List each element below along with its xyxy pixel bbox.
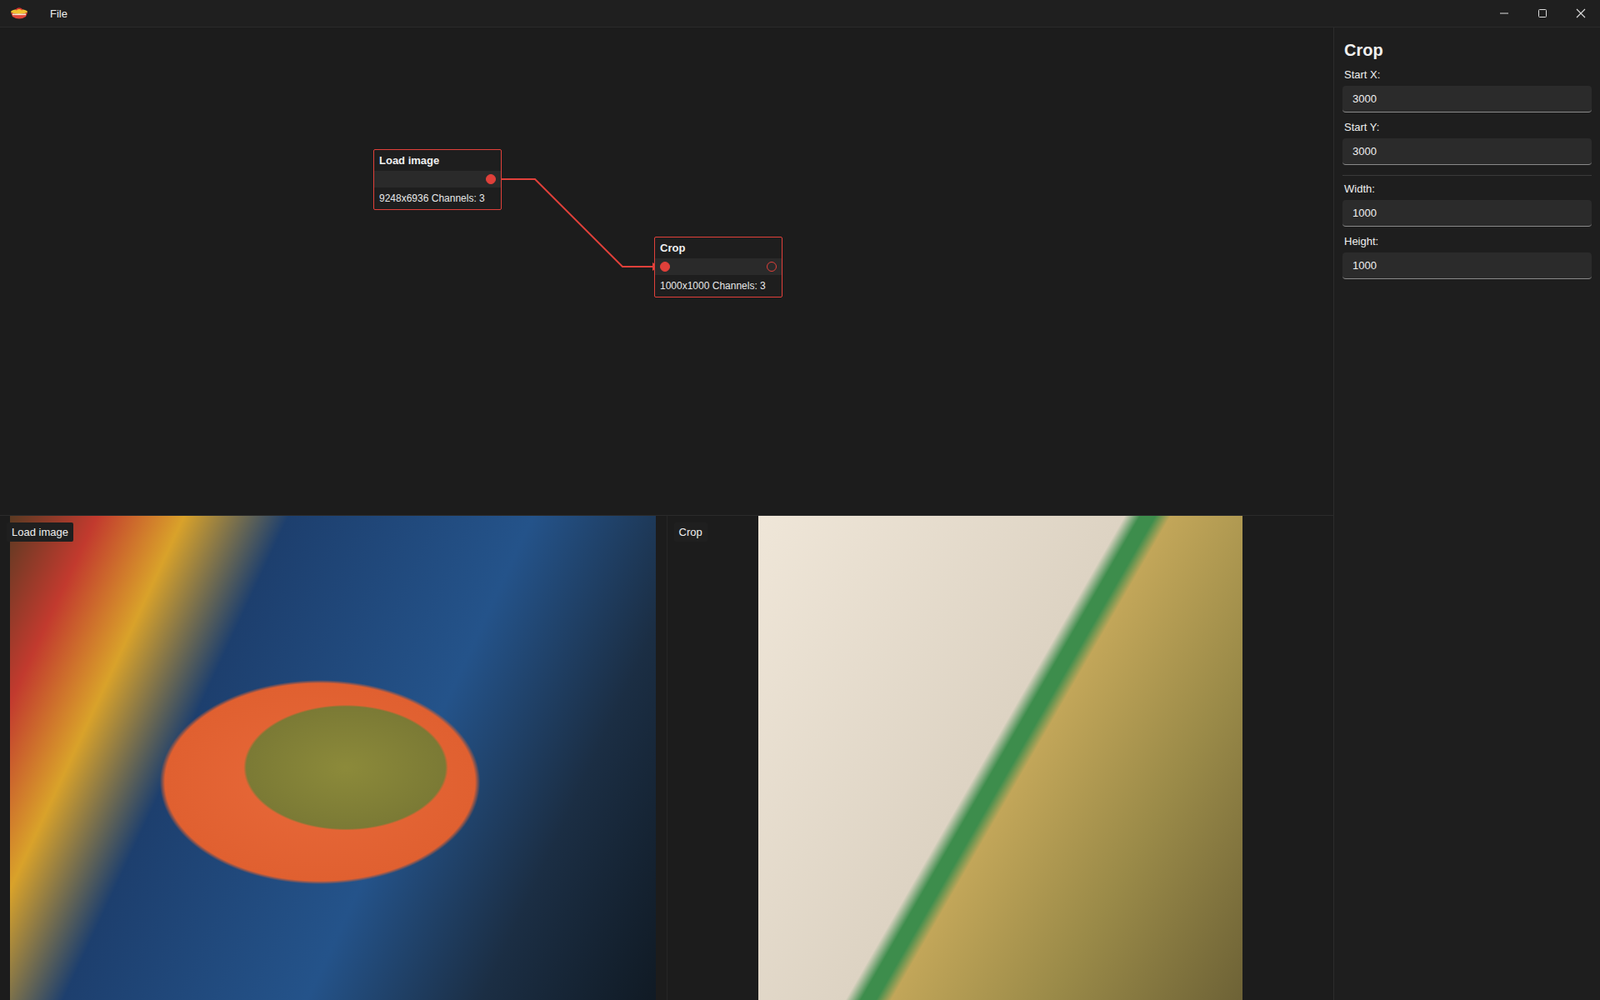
node-info: 1000x1000 Channels: 3 (655, 275, 782, 297)
close-icon (1575, 8, 1586, 19)
port-row (655, 258, 782, 275)
preview-label: Crop (674, 522, 708, 542)
node-title: Load image (374, 150, 501, 171)
panel-title: Crop (1344, 40, 1592, 60)
output-ports (485, 174, 496, 185)
field-input[interactable]: 3000 (1342, 138, 1592, 165)
property-field: Start X: 3000 (1342, 68, 1592, 113)
field-group: Width: 1000 Height: 1000 (1342, 175, 1592, 280)
app-window: File Load image 9248x6936 Channels: 3 Crop 1… (0, 0, 1600, 1000)
graph-node[interactable]: Crop 1000x1000 Channels: 3 (654, 236, 783, 298)
preview-image (10, 515, 656, 1000)
bowl-logo-icon (10, 5, 29, 21)
minimize-icon (1499, 8, 1510, 19)
maximize-icon (1537, 8, 1548, 19)
edge[interactable] (495, 179, 660, 271)
field-group: Start X: 3000 Start Y: 3000 (1342, 68, 1592, 165)
preview-label: Load image (6, 522, 74, 542)
menu-item[interactable]: File (43, 4, 75, 24)
property-field: Start Y: 3000 (1342, 120, 1592, 165)
input-port[interactable] (660, 261, 670, 272)
field-label: Start X: (1344, 68, 1592, 81)
field-label: Height: (1344, 235, 1592, 248)
input-ports (660, 261, 670, 272)
output-port[interactable] (485, 174, 496, 185)
field-label: Width: (1344, 182, 1592, 195)
window-controls (1485, 0, 1600, 27)
maximize-button[interactable] (1523, 0, 1562, 27)
main-area: Load image 9248x6936 Channels: 3 Crop 1000x… (0, 27, 1334, 1000)
field-input[interactable]: 3000 (1342, 85, 1592, 113)
minimize-button[interactable] (1485, 0, 1524, 27)
preview-pane: Load image (0, 515, 667, 1000)
field-label: Start Y: (1344, 120, 1592, 134)
preview-area: Load image Crop (0, 515, 1334, 1000)
output-port[interactable] (766, 261, 777, 272)
output-ports (766, 261, 777, 272)
workspace: Load image 9248x6936 Channels: 3 Crop 1000x… (0, 27, 1600, 1000)
field-input[interactable]: 1000 (1342, 252, 1592, 280)
close-button[interactable] (1561, 0, 1600, 27)
preview-pane: Crop (666, 515, 1335, 1000)
menu-bar: File (43, 4, 75, 24)
node-info: 9248x6936 Channels: 3 (374, 187, 501, 210)
preview-image (758, 515, 1243, 1000)
graph-node[interactable]: Load image 9248x6936 Channels: 3 (373, 149, 502, 210)
properties-panel: CropStart X:3000Start Y:3000Width:1000He… (1333, 27, 1600, 1000)
title-bar: File (0, 0, 1600, 28)
node-title: Crop (655, 237, 782, 259)
field-input[interactable]: 1000 (1342, 200, 1592, 227)
property-field: Height: 1000 (1342, 235, 1592, 280)
port-row (374, 170, 501, 188)
node-canvas[interactable]: Load image 9248x6936 Channels: 3 Crop 1000x… (0, 27, 1334, 515)
property-field: Width: 1000 (1342, 182, 1592, 227)
